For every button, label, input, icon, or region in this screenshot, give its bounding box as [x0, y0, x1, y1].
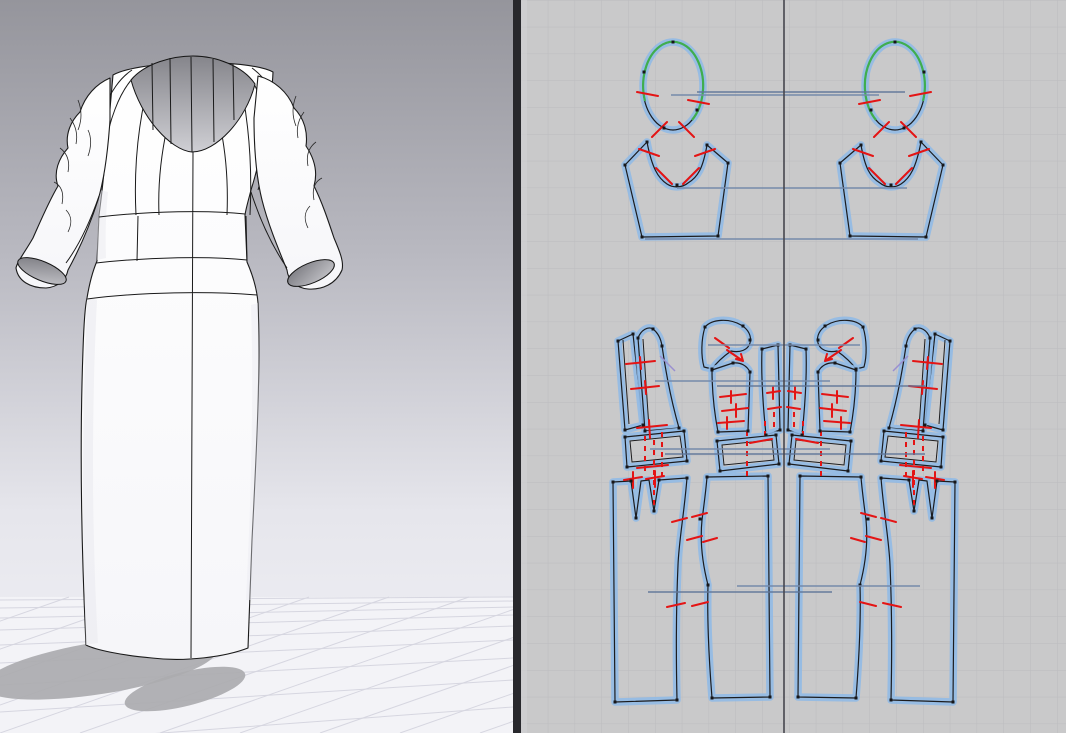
2d-pattern-viewport[interactable] [521, 0, 1066, 733]
application-window [0, 0, 1066, 733]
dress-body[interactable] [80, 61, 274, 660]
pane-edge-highlight [521, 0, 527, 733]
2d-grid-background [521, 0, 1066, 733]
viewport-divider[interactable] [513, 0, 521, 733]
3d-viewport[interactable] [0, 0, 513, 733]
